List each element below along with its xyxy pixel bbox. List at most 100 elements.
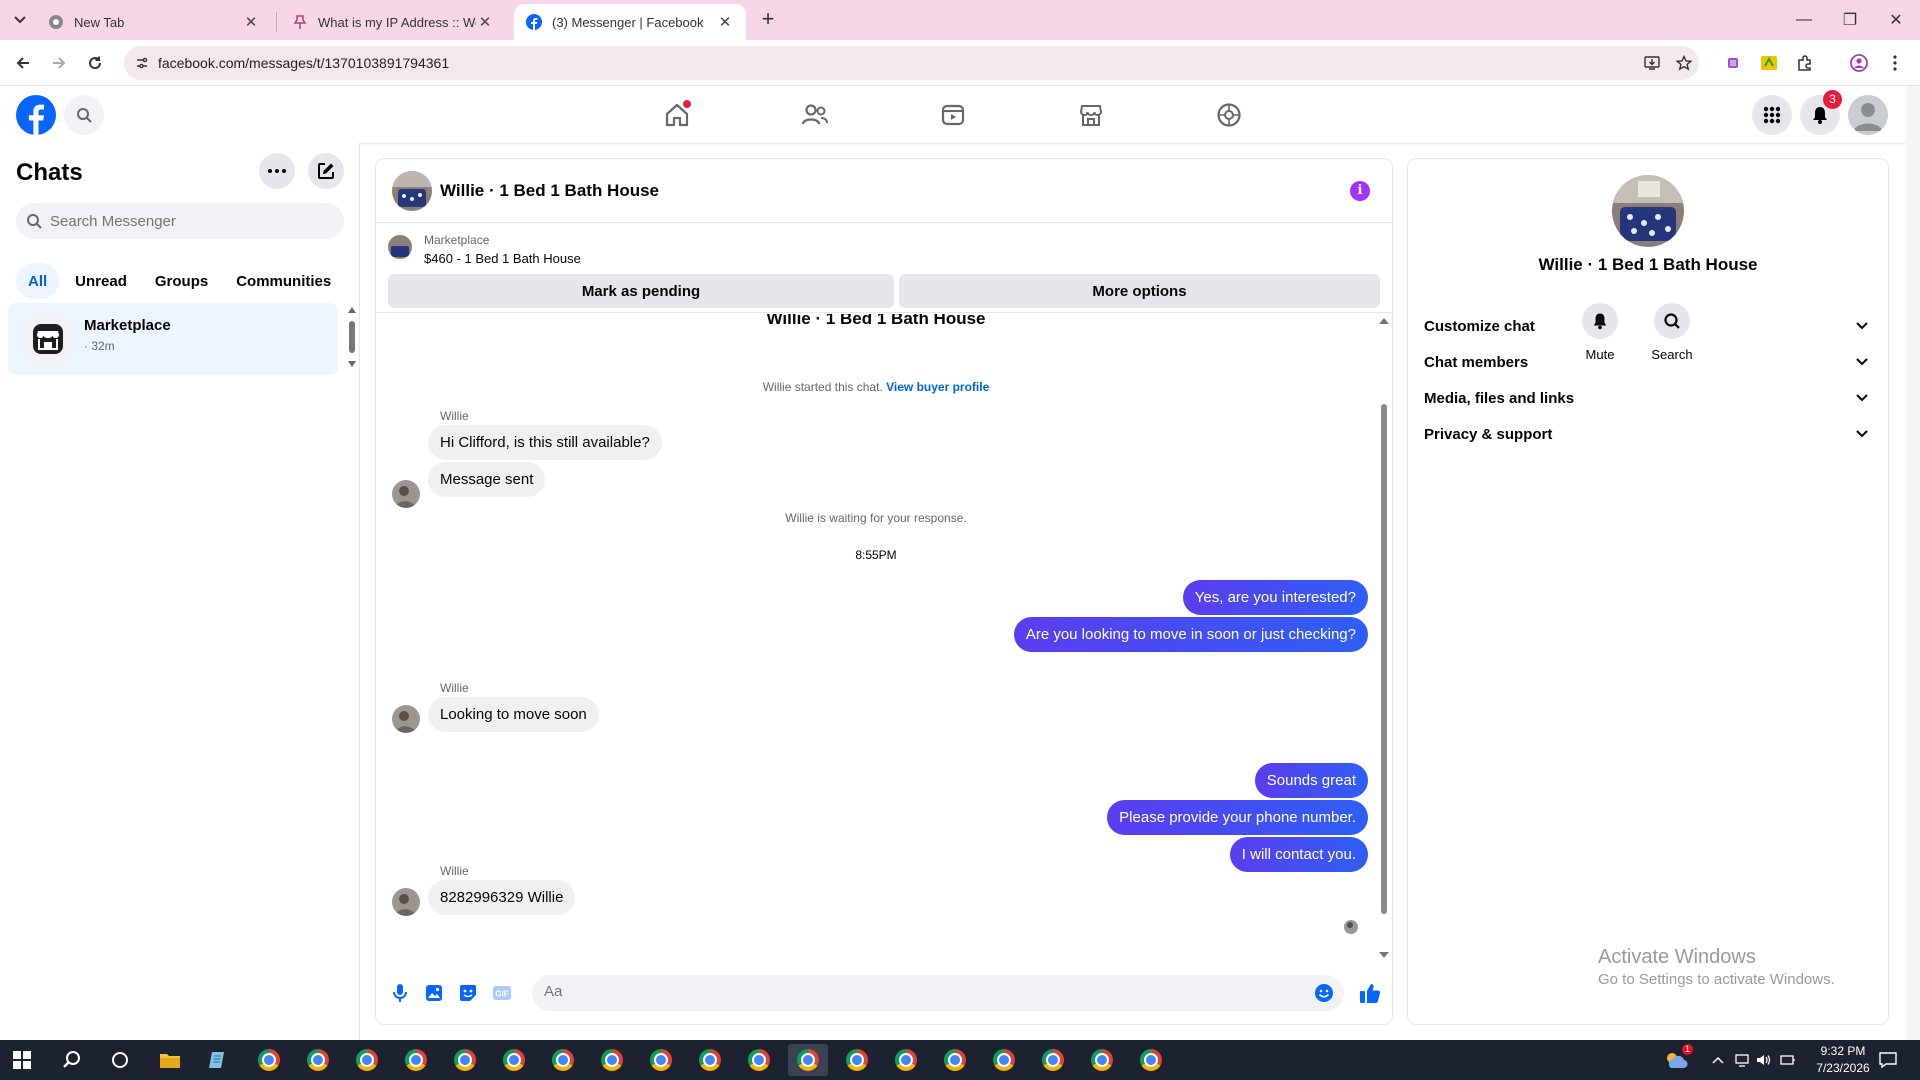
taskbar-chrome-10[interactable] (690, 1044, 730, 1076)
message-input[interactable] (544, 983, 1284, 1000)
close-tab-icon[interactable]: ✕ (716, 13, 734, 31)
new-message-icon[interactable] (308, 153, 344, 189)
tab-messenger[interactable]: (3) Messenger | Facebook ✕ (514, 4, 746, 40)
start-windows-icon[interactable] (2, 1044, 42, 1076)
nav-friends[interactable] (759, 86, 871, 143)
taskbar-search-icon[interactable] (52, 1044, 92, 1076)
taskbar-chrome-2[interactable] (298, 1044, 338, 1076)
sender-avatar[interactable] (392, 480, 420, 508)
sender-avatar[interactable] (392, 705, 420, 733)
taskbar-chrome-11[interactable] (739, 1044, 779, 1076)
media-files-links-section[interactable]: Media, files and links (1424, 380, 1876, 416)
taskbar-chrome-15[interactable] (935, 1044, 975, 1076)
incoming-message[interactable]: Looking to move soon (428, 697, 599, 732)
outgoing-message[interactable]: Are you looking to move in soon or just … (1013, 617, 1368, 652)
search-messenger-input[interactable] (50, 212, 330, 230)
extension-yellow-icon[interactable] (1758, 52, 1780, 74)
minimize-icon[interactable]: — (1784, 6, 1824, 34)
customize-chat-section[interactable]: Customize chat (1424, 308, 1876, 344)
outgoing-message[interactable]: Yes, are you interested? (1182, 580, 1368, 615)
forward-icon[interactable] (46, 50, 72, 76)
thread-scrollbar[interactable] (1378, 318, 1390, 958)
notepad-icon[interactable] (198, 1044, 238, 1076)
reload-icon[interactable] (82, 50, 108, 76)
close-window-icon[interactable]: ✕ (1876, 6, 1916, 34)
facebook-search-icon[interactable] (64, 95, 104, 135)
site-settings-icon[interactable] (132, 53, 152, 73)
taskbar-chrome-5[interactable] (445, 1044, 485, 1076)
photo-icon[interactable] (422, 981, 446, 1005)
taskbar-chrome-14[interactable] (886, 1044, 926, 1076)
extension-purple-icon[interactable] (1722, 52, 1744, 74)
weather-icon[interactable]: 1 (1662, 1044, 1694, 1070)
browser-menu-icon[interactable] (1884, 52, 1906, 74)
taskbar-chrome-6[interactable] (494, 1044, 534, 1076)
volume-icon[interactable] (1754, 1050, 1774, 1070)
cortana-circle-icon[interactable] (100, 1044, 140, 1076)
taskbar-chrome-17[interactable] (1033, 1044, 1073, 1076)
nav-marketplace[interactable] (1035, 86, 1147, 143)
close-tab-icon[interactable]: ✕ (242, 13, 260, 31)
address-bar[interactable]: facebook.com/messages/t/1370103891794361 (124, 46, 1699, 80)
tab-ip-address[interactable]: What is my IP Address :: WebBr ✕ (280, 4, 506, 40)
chat-list-item-marketplace[interactable]: Marketplace · 32m (8, 303, 338, 375)
search-messenger-box[interactable] (16, 203, 344, 239)
filter-unread[interactable]: Unread (63, 263, 139, 299)
close-tab-icon[interactable]: ✕ (476, 13, 494, 31)
taskbar-chrome-8[interactable] (592, 1044, 632, 1076)
page-scrollbar[interactable] (1906, 86, 1920, 1040)
file-explorer-icon[interactable] (150, 1044, 190, 1076)
taskbar-chrome-9[interactable] (641, 1044, 681, 1076)
facebook-logo-icon[interactable] (16, 95, 56, 135)
more-options-button[interactable]: More options (899, 274, 1380, 308)
chat-list-scrollbar[interactable] (348, 307, 356, 367)
menu-grid-icon[interactable] (1752, 95, 1792, 135)
view-buyer-profile-link[interactable]: View buyer profile (886, 380, 989, 394)
profile-avatar[interactable] (1612, 175, 1684, 247)
gif-icon[interactable]: GIF (490, 981, 514, 1005)
message-input-box[interactable] (532, 975, 1344, 1011)
filter-all[interactable]: All (16, 263, 60, 299)
account-avatar[interactable] (1848, 95, 1888, 135)
emoji-icon[interactable] (1312, 981, 1336, 1005)
listing-thumbnail[interactable] (388, 235, 412, 259)
taskbar-chrome-active[interactable] (788, 1044, 828, 1076)
outgoing-message[interactable]: Please provide your phone number. (1107, 800, 1368, 835)
conversation-info-icon[interactable]: i (1350, 181, 1370, 201)
incoming-message[interactable]: 8282996329 Willie (428, 880, 576, 915)
mark-as-pending-button[interactable]: Mark as pending (388, 274, 894, 308)
conversation-title[interactable]: Willie · 1 Bed 1 Bath House (440, 181, 659, 201)
ethernet-icon[interactable] (1778, 1050, 1798, 1070)
back-icon[interactable] (10, 50, 36, 76)
chat-options-icon[interactable] (259, 153, 295, 189)
show-hidden-icons-chevron-icon[interactable] (1708, 1050, 1728, 1070)
outgoing-message[interactable]: Sounds great (1254, 763, 1368, 798)
nav-gaming[interactable] (1173, 86, 1285, 143)
install-app-icon[interactable] (1642, 53, 1662, 73)
tab-new-tab[interactable]: New Tab ✕ (36, 4, 272, 40)
microphone-icon[interactable] (388, 981, 412, 1005)
taskbar-clock[interactable]: 9:32 PM 7/23/2026 (1808, 1043, 1878, 1077)
profile-icon[interactable] (1848, 52, 1870, 74)
chat-members-section[interactable]: Chat members (1424, 344, 1876, 380)
listing-title[interactable]: $460 - 1 Bed 1 Bath House (424, 251, 581, 266)
taskbar-chrome-16[interactable] (984, 1044, 1024, 1076)
incoming-message[interactable]: Hi Clifford, is this still available? (428, 425, 662, 460)
bookmark-star-icon[interactable] (1674, 53, 1694, 73)
scrollbar-thumb[interactable] (1381, 404, 1387, 914)
taskbar-chrome-4[interactable] (396, 1044, 436, 1076)
restore-icon[interactable]: ❐ (1830, 6, 1870, 34)
notification-center-icon[interactable] (1876, 1050, 1900, 1070)
nav-video[interactable] (897, 86, 1009, 143)
taskbar-chrome-13[interactable] (837, 1044, 877, 1076)
privacy-support-section[interactable]: Privacy & support (1424, 416, 1876, 452)
incoming-message[interactable]: Message sent (428, 462, 546, 497)
extensions-puzzle-icon[interactable] (1794, 52, 1816, 74)
new-tab-button[interactable]: + (756, 8, 780, 32)
sticker-icon[interactable] (456, 981, 480, 1005)
taskbar-chrome-3[interactable] (347, 1044, 387, 1076)
outgoing-message[interactable]: I will contact you. (1229, 837, 1368, 872)
taskbar-chrome-19[interactable] (1131, 1044, 1171, 1076)
sender-avatar[interactable] (392, 888, 420, 916)
network-icon[interactable] (1732, 1050, 1752, 1070)
